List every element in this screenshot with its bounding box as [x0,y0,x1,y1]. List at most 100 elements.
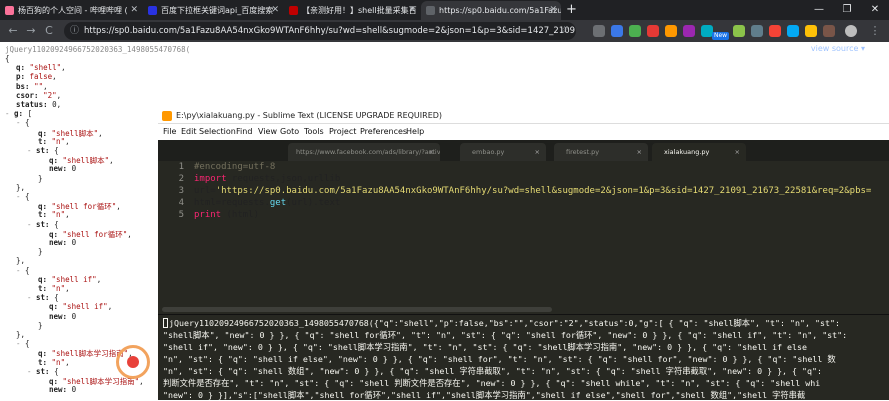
close-icon[interactable]: × [735,143,740,161]
json-token: } [38,173,43,183]
extension-icon-9[interactable] [751,25,763,37]
extension-icon-3[interactable] [629,25,641,37]
json-token: "n" [51,357,66,367]
browser-menu-icon[interactable]: ⋮ [866,22,884,40]
maximize-button[interactable]: ❐ [833,0,861,20]
json-token[interactable]: - [16,192,25,201]
console-line: "new": 0 } }],"s":["shell脚本","shell for循… [163,389,805,401]
json-token: { [54,293,59,303]
json-token[interactable]: - [16,266,25,275]
json-token: "n" [51,284,66,293]
bookmark-star-icon[interactable]: ☆ [560,22,569,40]
sublime-tab-xialakuang[interactable]: xialakuang.py × [652,143,746,161]
browser-tab-bilibili[interactable]: 杨百狗的个人空间 - 哔哩哔哩 ( ✕ [0,1,142,20]
json-token[interactable]: - [27,367,36,376]
reload-button[interactable]: C [40,22,58,40]
menu-goto[interactable]: Goto [280,124,299,140]
forward-button[interactable]: → [22,22,40,40]
line-number: 2 [178,174,184,184]
json-token: status: [16,100,53,109]
menu-view[interactable]: View [258,124,277,140]
code-token: (html) [221,210,260,220]
build-output-panel: jQuery110209249667520203​63_149805547076… [158,315,889,400]
json-token[interactable]: - [27,146,36,155]
json-token[interactable]: - [16,118,25,127]
json-token: } [38,320,43,330]
menu-selection[interactable]: Selection [199,124,236,140]
extension-icon-1[interactable] [593,25,605,37]
window-close-button[interactable]: ✕ [861,0,889,20]
tab-label: 百度下拉框关键词api_百度搜索 [161,6,274,15]
json-token: "2" [43,90,57,100]
close-icon[interactable]: × [637,143,642,161]
json-token: st: [36,219,55,229]
info-icon[interactable]: ⓘ [70,22,79,40]
json-line: - { [16,118,30,127]
menu-project[interactable]: Project [329,124,356,140]
close-icon[interactable]: ✕ [130,1,138,20]
json-line: q: "shell if", [38,275,101,284]
address-bar[interactable]: ⓘ https://sp0.baidu.com/5a1Fazu8AA54nxGk… [64,22,576,40]
menu-file[interactable]: File [163,124,176,140]
close-icon[interactable]: ✕ [408,1,416,20]
browser-tab-active-json[interactable]: https://sp0.baidu.com/5a1Fazu ✕ [421,1,561,20]
json-token[interactable]: - [5,109,14,118]
json-token[interactable]: - [27,220,36,229]
json-token: new: [49,164,72,174]
browser-tab-shell-article[interactable]: 【亲测好用！】shell批量采集百 ✕ [284,1,420,20]
extension-icon-6[interactable] [683,25,695,37]
json-token: 0, [52,100,62,109]
json-token[interactable]: - [27,293,36,302]
view-source-link[interactable]: view source ▾ [811,44,865,53]
extension-icon-2[interactable] [611,25,623,37]
extension-icon-11[interactable] [787,25,799,37]
json-token: 0 [71,238,77,247]
extension-icon-8[interactable] [733,25,745,37]
editor-horizontal-scrollbar[interactable] [162,307,552,312]
json-line: - g: [ [5,109,32,118]
extension-icon-13[interactable] [823,25,835,37]
json-line: }, [16,330,25,339]
extension-icon-4[interactable] [647,25,659,37]
json-line: } [38,247,43,256]
extension-icon-12[interactable] [805,25,817,37]
close-icon[interactable]: × [429,143,434,161]
close-icon[interactable]: ✕ [549,1,557,20]
sublime-tab-embao[interactable]: embao.py × [460,143,546,161]
menu-tools[interactable]: Tools [304,124,324,140]
json-token: "shell if" [51,274,97,284]
close-icon[interactable]: × [535,143,540,161]
sublime-tab-firetest[interactable]: firetest.py × [554,143,648,161]
json-token: , [109,156,114,166]
console-text: "shell if", "new": 0 } }, { "q": "shell脚… [163,342,808,352]
code-editor[interactable]: 1 2 3 4 5 #encoding=utf-8 import requests… [158,161,889,301]
json-token: , [65,136,70,146]
json-token: , [65,210,70,220]
json-token[interactable]: - [16,339,25,348]
extension-icon-5[interactable] [665,25,677,37]
json-token: "shell if" [62,302,108,312]
line-number: 4 [178,198,184,208]
browser-tab-baidu-search[interactable]: 百度下拉框关键词api_百度搜索 ✕ [143,1,283,20]
console-text: "n", "st": { "q": "shell 数组", "new": 0 }… [163,366,823,376]
extension-icon-10[interactable] [769,25,781,37]
minimize-button[interactable]: — [805,0,833,20]
menu-help[interactable]: Help [406,124,424,140]
browser-tab-strip: 杨百狗的个人空间 - 哔哩哔哩 ( ✕ 百度下拉框关键词api_百度搜索 ✕ 【… [0,0,889,20]
json-token: t: [38,357,52,367]
json-token: [ [27,109,33,119]
profile-avatar[interactable] [845,25,857,37]
back-button[interactable]: ← [4,22,22,40]
json-token: }, [16,256,26,266]
json-token: q: [16,63,30,73]
record-dot-icon [127,356,139,368]
close-icon[interactable]: ✕ [271,1,279,20]
sublime-app-icon [162,111,172,121]
menu-edit[interactable]: Edit [181,124,197,140]
menu-preferences[interactable]: Preferences [360,124,407,140]
menu-find[interactable]: Find [236,124,252,140]
new-tab-button[interactable]: + [566,1,577,19]
sublime-tab-facebook[interactable]: https://www.facebook.com/ads/library/?ac… [288,143,440,161]
json-line: t: "n", [38,358,70,367]
json-token: }, [16,330,26,339]
